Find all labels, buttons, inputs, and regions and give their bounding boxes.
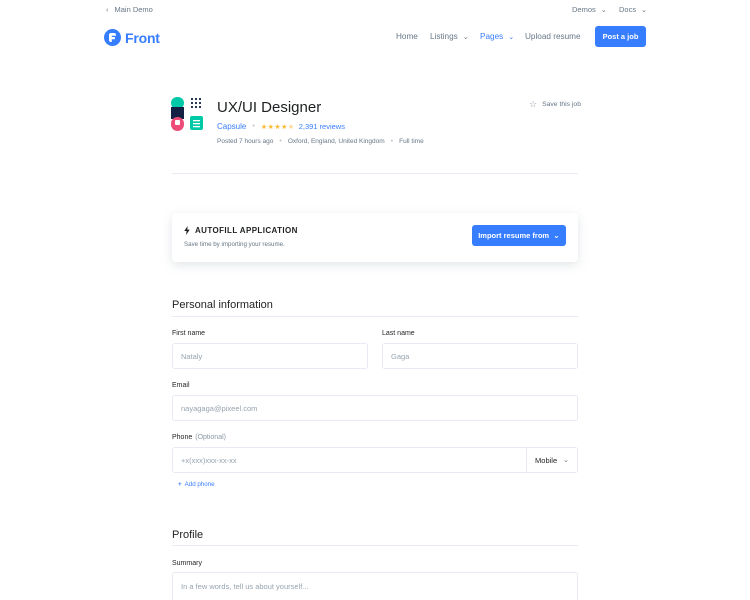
rating-stars: ★★★★★ [260, 123, 295, 131]
job-company-row: Capsule • ★★★★★ 2,391 reviews [217, 122, 345, 131]
chevron-down-icon: ⌄ [641, 7, 647, 14]
summary-field[interactable]: In a few words, tell us about yourself..… [172, 572, 578, 600]
plus-icon: + [178, 481, 182, 488]
front-logo-icon [104, 29, 121, 46]
chevron-down-icon: ⌄ [563, 457, 569, 464]
separator-dot: • [279, 138, 282, 145]
first-name-field[interactable]: Nataly [172, 343, 368, 369]
chevron-down-icon: ⌄ [553, 231, 560, 240]
personal-info-heading: Personal information [172, 299, 273, 311]
nav-listings[interactable]: Listings ⌄ [430, 32, 469, 41]
phone-label: Phone (Optional) [172, 434, 226, 441]
email-field[interactable]: nayagaga@pixeel.com [172, 395, 578, 421]
profile-divider [172, 545, 578, 546]
brand-logo[interactable]: Front [104, 29, 160, 46]
last-name-label: Last name [382, 330, 415, 337]
nav-pages[interactable]: Pages ⌄ [480, 32, 514, 41]
save-job-button[interactable]: ☆ Save this job [529, 99, 581, 110]
job-title: UX/UI Designer [217, 99, 322, 116]
company-link[interactable]: Capsule [217, 122, 246, 131]
job-location: Oxford, England, United Kingdom [287, 138, 385, 145]
posted-time: Posted 7 hours ago [217, 138, 274, 145]
demos-dropdown[interactable]: Demos ⌄ [572, 5, 607, 14]
job-meta: Posted 7 hours ago • Oxford, England, Un… [217, 138, 424, 145]
profile-heading: Profile [172, 529, 204, 541]
last-name-field[interactable]: Gaga [382, 343, 578, 369]
main-demo-link[interactable]: ‹ Main Demo [106, 5, 153, 14]
phone-optional-label: (Optional) [195, 434, 226, 441]
post-job-button[interactable]: Post a job [595, 26, 646, 47]
lightning-icon [184, 226, 190, 235]
docs-dropdown[interactable]: Docs ⌄ [619, 5, 647, 14]
separator-dot: • [390, 138, 394, 145]
add-phone-button[interactable]: + Add phone [178, 481, 215, 488]
header-divider [172, 173, 578, 174]
star-outline-icon: ☆ [529, 99, 538, 109]
capsule-logo-icon [171, 97, 203, 131]
job-type: Full time [399, 138, 424, 145]
first-name-label: First name [172, 330, 206, 337]
phone-field[interactable]: +x(xxx)xxx-xx-xx Mobile ⌄ [172, 447, 578, 473]
personal-divider [172, 316, 578, 317]
nav-home[interactable]: Home [396, 32, 418, 41]
autofill-card: AUTOFILL APPLICATION Save time by import… [172, 213, 578, 262]
autofill-title: AUTOFILL APPLICATION [184, 226, 298, 235]
chevron-down-icon: ⌄ [462, 34, 469, 41]
reviews-link[interactable]: 2,391 reviews [299, 122, 345, 131]
phone-type-select[interactable]: Mobile ⌄ [526, 448, 577, 472]
import-resume-button[interactable]: Import resume from ⌄ [472, 225, 566, 246]
chevron-down-icon: ⌄ [508, 34, 515, 41]
chevron-left-icon: ‹ [106, 5, 109, 14]
nav-upload-resume[interactable]: Upload resume [525, 32, 581, 41]
email-label: Email [172, 382, 190, 389]
summary-label: Summary [172, 560, 202, 567]
separator-dot: • [252, 123, 255, 130]
chevron-down-icon: ⌄ [600, 7, 607, 14]
autofill-subtitle: Save time by importing your resume. [184, 241, 285, 248]
